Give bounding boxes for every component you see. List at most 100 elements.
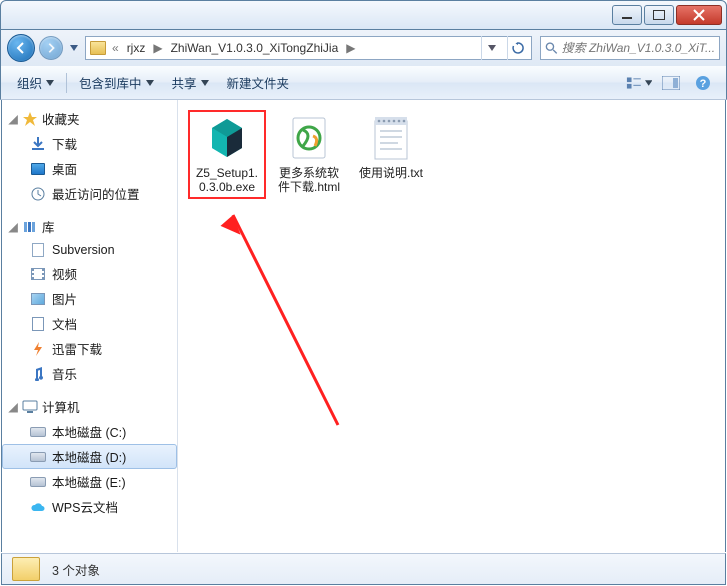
search-input[interactable]: [562, 41, 715, 55]
drive-icon: [30, 474, 46, 490]
status-bar: 3 个对象: [1, 553, 726, 585]
sidebar-item-videos[interactable]: 视频: [2, 261, 177, 286]
sidebar-head-favorites[interactable]: ◢ 收藏夹: [2, 106, 177, 131]
item-label: Subversion: [52, 243, 115, 257]
picture-icon: [30, 291, 46, 307]
chevron-down-icon: [201, 79, 209, 87]
file-label: Z5_Setup1.0.3.0b.exe: [192, 166, 262, 195]
collapse-icon: ◢: [8, 402, 18, 412]
sidebar-group-computer: ◢ 计算机 本地磁盘 (C:) 本地磁盘 (D:) 本地磁盘 (E:) WPS云…: [2, 394, 177, 519]
share-label: 共享: [172, 73, 197, 92]
new-folder-button[interactable]: 新建文件夹: [219, 69, 298, 96]
sidebar-item-downloads[interactable]: 下载: [2, 131, 177, 156]
sidebar-item-documents[interactable]: 文档: [2, 311, 177, 336]
include-in-library-menu[interactable]: 包含到库中: [71, 69, 162, 96]
refresh-button[interactable]: [507, 36, 527, 60]
breadcrumb-seg-2[interactable]: ZhiWan_V1.0.3.0_XiTongZhiJia: [169, 41, 341, 55]
sidebar-group-favorites: ◢ 收藏夹 下载 桌面 最近访问的位置: [2, 106, 177, 206]
item-label: 迅雷下载: [52, 339, 102, 358]
computer-icon: [22, 399, 38, 415]
sidebar-item-desktop[interactable]: 桌面: [2, 156, 177, 181]
file-item-html[interactable]: 更多系统软件下载.html: [270, 110, 348, 199]
svn-icon: [30, 242, 46, 258]
toolbar-separator: [66, 73, 67, 93]
library-icon: [22, 219, 38, 235]
preview-pane-button[interactable]: [658, 72, 684, 94]
desktop-icon: [30, 161, 46, 177]
breadcrumb-sep: ▶: [153, 41, 162, 55]
organize-label: 组织: [17, 73, 42, 92]
breadcrumb-prefix: «: [112, 41, 119, 55]
address-dropdown[interactable]: [481, 36, 501, 60]
view-options-button[interactable]: [626, 72, 652, 94]
include-label: 包含到库中: [79, 73, 142, 92]
music-icon: [30, 366, 46, 382]
item-label: 文档: [52, 314, 77, 333]
organize-menu[interactable]: 组织: [9, 69, 62, 96]
sidebar-item-drive-c[interactable]: 本地磁盘 (C:): [2, 419, 177, 444]
document-icon: [30, 316, 46, 332]
video-icon: [30, 266, 46, 282]
navigation-sidebar[interactable]: ◢ 收藏夹 下载 桌面 最近访问的位置 ◢ 库: [2, 100, 178, 552]
status-count: 3 个对象: [52, 560, 100, 579]
collapse-icon: ◢: [8, 222, 18, 232]
drive-icon: [30, 449, 46, 465]
txt-icon: [367, 114, 415, 162]
item-label: 下载: [52, 134, 77, 153]
minimize-button[interactable]: [612, 5, 642, 25]
html-icon: [285, 114, 333, 162]
item-label: 本地磁盘 (C:): [52, 422, 126, 441]
sidebar-item-recent[interactable]: 最近访问的位置: [2, 181, 177, 206]
favorites-icon: [22, 111, 38, 127]
thunder-icon: [30, 341, 46, 357]
item-label: 图片: [52, 289, 77, 308]
drive-icon: [30, 424, 46, 440]
breadcrumb-sep: ▶: [346, 41, 355, 55]
search-box[interactable]: [540, 36, 720, 60]
item-label: WPS云文档: [52, 497, 118, 516]
recent-icon: [30, 186, 46, 202]
newfolder-label: 新建文件夹: [227, 73, 290, 92]
download-icon: [30, 136, 46, 152]
breadcrumb-seg-1[interactable]: rjxz: [125, 41, 148, 55]
sidebar-item-wps-cloud[interactable]: WPS云文档: [2, 494, 177, 519]
item-label: 本地磁盘 (E:): [52, 472, 126, 491]
sidebar-item-pictures[interactable]: 图片: [2, 286, 177, 311]
forward-button[interactable]: [39, 36, 63, 60]
item-label: 视频: [52, 264, 77, 283]
exe-icon: [203, 114, 251, 162]
file-content-area[interactable]: Z5_Setup1.0.3.0b.exe 更多系统软件下载.html: [178, 100, 725, 552]
window-controls: [612, 5, 722, 25]
sidebar-item-thunder[interactable]: 迅雷下载: [2, 336, 177, 361]
sidebar-item-drive-d[interactable]: 本地磁盘 (D:): [2, 444, 177, 469]
item-label: 本地磁盘 (D:): [52, 447, 126, 466]
file-item-exe[interactable]: Z5_Setup1.0.3.0b.exe: [188, 110, 266, 199]
sidebar-head-library[interactable]: ◢ 库: [2, 214, 177, 239]
address-box[interactable]: « rjxz ▶ ZhiWan_V1.0.3.0_XiTongZhiJia ▶: [85, 36, 532, 60]
share-menu[interactable]: 共享: [164, 69, 217, 96]
file-item-txt[interactable]: 使用说明.txt: [352, 110, 430, 184]
file-label: 更多系统软件下载.html: [274, 166, 344, 195]
nav-history-dropdown[interactable]: [67, 39, 81, 57]
cloud-icon: [30, 499, 46, 515]
help-button[interactable]: ?: [690, 72, 716, 94]
file-grid: Z5_Setup1.0.3.0b.exe 更多系统软件下载.html: [188, 110, 715, 199]
sidebar-group-library: ◢ 库 Subversion 视频 图片 文档 迅雷下载: [2, 214, 177, 386]
close-button[interactable]: [676, 5, 722, 25]
sidebar-item-music[interactable]: 音乐: [2, 361, 177, 386]
back-button[interactable]: [7, 34, 35, 62]
sidebar-head-computer[interactable]: ◢ 计算机: [2, 394, 177, 419]
maximize-button[interactable]: [644, 5, 674, 25]
sidebar-item-drive-e[interactable]: 本地磁盘 (E:): [2, 469, 177, 494]
item-label: 桌面: [52, 159, 77, 178]
status-folder-icon: [12, 557, 40, 581]
computer-label: 计算机: [42, 397, 80, 416]
address-bar-row: « rjxz ▶ ZhiWan_V1.0.3.0_XiTongZhiJia ▶: [0, 30, 727, 66]
sidebar-item-subversion[interactable]: Subversion: [2, 239, 177, 261]
library-label: 库: [42, 217, 55, 236]
item-label: 最近访问的位置: [52, 184, 140, 203]
toolbar: 组织 包含到库中 共享 新建文件夹 ?: [0, 66, 727, 100]
item-label: 音乐: [52, 364, 77, 383]
collapse-icon: ◢: [8, 114, 18, 124]
chevron-down-icon: [146, 79, 154, 87]
